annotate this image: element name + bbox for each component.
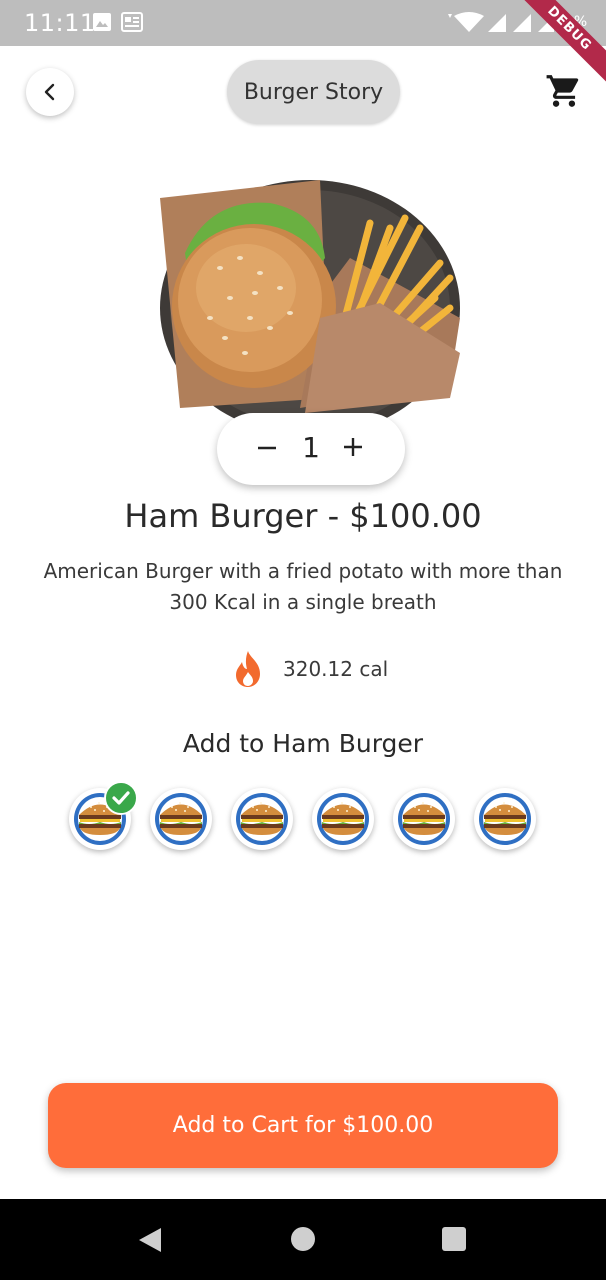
minus-icon[interactable] <box>255 433 279 463</box>
news-icon <box>121 12 143 32</box>
flame-icon <box>236 651 260 687</box>
nav-back-icon[interactable] <box>137 1227 163 1253</box>
burger-addon-image <box>236 793 288 845</box>
signal-icon <box>488 14 506 32</box>
addon-list <box>69 788 539 850</box>
quantity-value: 1 <box>302 431 320 464</box>
status-bar: 11:11 40% DEBUG <box>0 0 606 90</box>
addons-title: Add to Ham Burger <box>182 729 424 758</box>
plus-icon[interactable] <box>341 435 365 459</box>
chevron-left-icon <box>44 83 55 101</box>
add-to-cart-button[interactable]: Add to Cart for $100.00 <box>48 1083 558 1168</box>
calorie-value: 320.12 cal <box>283 657 389 681</box>
burger-addon-image <box>479 793 531 845</box>
addon-item-5[interactable] <box>393 788 455 850</box>
quantity-stepper: 1 <box>217 413 405 485</box>
burger-addon-image <box>155 793 207 845</box>
burger-addon-image <box>398 793 450 845</box>
signal-icon <box>513 14 531 32</box>
burger-and-fries-image <box>160 180 460 436</box>
product-description: American Burger with a fried potato with… <box>43 559 563 614</box>
system-nav-bar <box>0 1199 606 1280</box>
image-icon <box>93 13 111 31</box>
page-title: Burger Story <box>227 60 400 124</box>
addon-item-4[interactable] <box>312 788 374 850</box>
shopping-cart-icon[interactable] <box>545 72 583 110</box>
product-title: Ham Burger - $100.00 <box>124 497 482 535</box>
addon-item-6[interactable] <box>474 788 536 850</box>
addon-item-3[interactable] <box>231 788 293 850</box>
status-time: 11:11 <box>24 9 96 37</box>
selected-check-icon <box>104 781 138 815</box>
burger-addon-image <box>317 793 369 845</box>
nav-recents-icon[interactable] <box>442 1227 466 1251</box>
wifi-icon <box>448 12 484 32</box>
back-button[interactable] <box>26 68 74 116</box>
nav-home-icon[interactable] <box>291 1227 315 1251</box>
addon-item-2[interactable] <box>150 788 212 850</box>
